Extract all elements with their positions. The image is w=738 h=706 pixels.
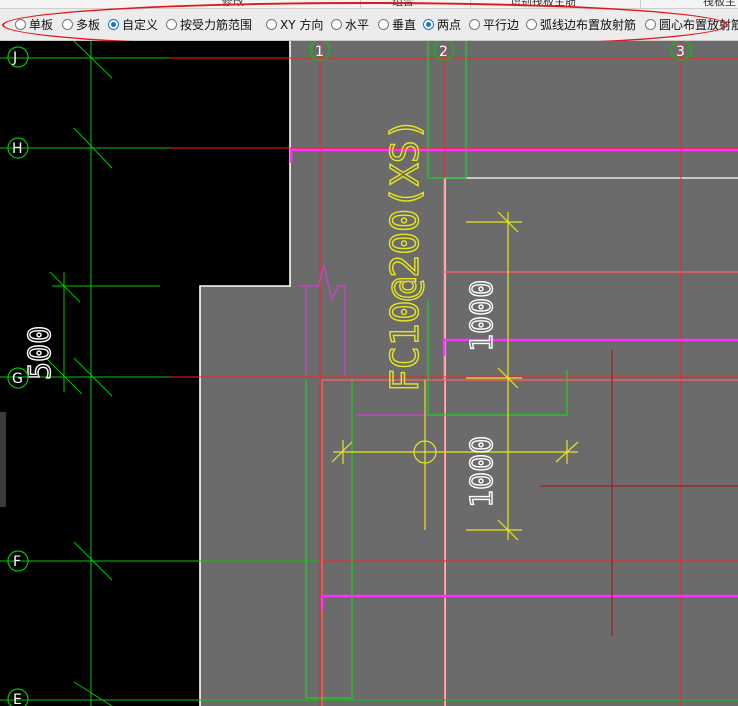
row-label-E: E [13,692,22,706]
menu-item-identify-raft-rebar[interactable]: 识别筏板主筋 [510,0,576,8]
menu-separator [640,0,641,8]
option-single-slab[interactable]: 单板 [15,16,53,33]
option-label: 垂直 [392,18,417,32]
option-multi-slab[interactable]: 多板 [62,16,100,33]
rebar-spec-label[interactable]: FC10@200(XS) [382,117,427,393]
option-label: 两点 [437,18,462,32]
column-label-3: 3 [676,44,685,60]
radio-icon[interactable] [645,19,656,30]
menu-item-raft[interactable]: 筏板主 [703,0,736,8]
option-arc-edge-radial[interactable]: 弧线边布置放射筋 [526,16,636,33]
row-label-H: H [12,141,23,157]
radio-icon[interactable] [15,19,26,30]
option-label: XY 方向 [280,18,324,32]
option-custom[interactable]: 自定义 [108,16,158,33]
column-label-2: 2 [439,44,448,60]
option-label: 弧线边布置放射筋 [540,18,637,32]
radio-icon[interactable] [266,19,277,30]
row-label-G: G [12,371,23,387]
option-label: 平行边 [483,18,520,32]
layout-options-bar: 单板 多板 自定义 按受力筋范围 XY 方向 水平 垂直 两点 平行边 弧线边布… [0,9,738,41]
dimension-left-label: 500 [23,326,58,380]
option-label: 水平 [345,18,370,32]
menu-item-group[interactable]: 组合 [392,0,414,8]
radio-selected-icon[interactable] [108,19,119,30]
option-horizontal[interactable]: 水平 [331,16,369,33]
drawing-canvas[interactable]: FC10@200(XS) 1000 1000 500 J H G F E 1 2… [0,41,738,706]
option-label: 按受力筋范围 [180,18,253,32]
menu-separator [360,0,361,8]
option-parallel-edge[interactable]: 平行边 [469,16,519,33]
radio-selected-icon[interactable] [423,19,434,30]
radio-icon[interactable] [166,19,177,30]
option-label: 多板 [76,18,101,32]
radio-icon[interactable] [62,19,73,30]
option-vertical[interactable]: 垂直 [378,16,416,33]
menu-separator [470,0,471,8]
side-panel-handle[interactable] [0,412,6,507]
radio-icon[interactable] [526,19,537,30]
menu-item-modify[interactable]: 修改 [222,0,244,8]
dimension-upper-label: 1000 [465,280,500,352]
option-two-points[interactable]: 两点 [423,16,461,33]
menu-bar: 修改 组合 识别筏板主筋 筏板主 [0,0,738,9]
option-label: 单板 [29,18,54,32]
radio-icon[interactable] [331,19,342,30]
option-center-radial[interactable]: 圆心布置放射筋 [645,16,738,33]
radio-icon[interactable] [378,19,389,30]
dimension-lower-label: 1000 [465,436,500,508]
option-xy-direction[interactable]: XY 方向 [266,16,323,33]
row-label-F: F [13,554,21,570]
column-label-1: 1 [315,44,324,60]
radio-icon[interactable] [469,19,480,30]
option-by-rebar-range[interactable]: 按受力筋范围 [166,16,252,33]
option-label: 圆心布置放射筋 [659,18,738,32]
row-label-J: J [12,50,17,66]
option-label: 自定义 [122,18,159,32]
